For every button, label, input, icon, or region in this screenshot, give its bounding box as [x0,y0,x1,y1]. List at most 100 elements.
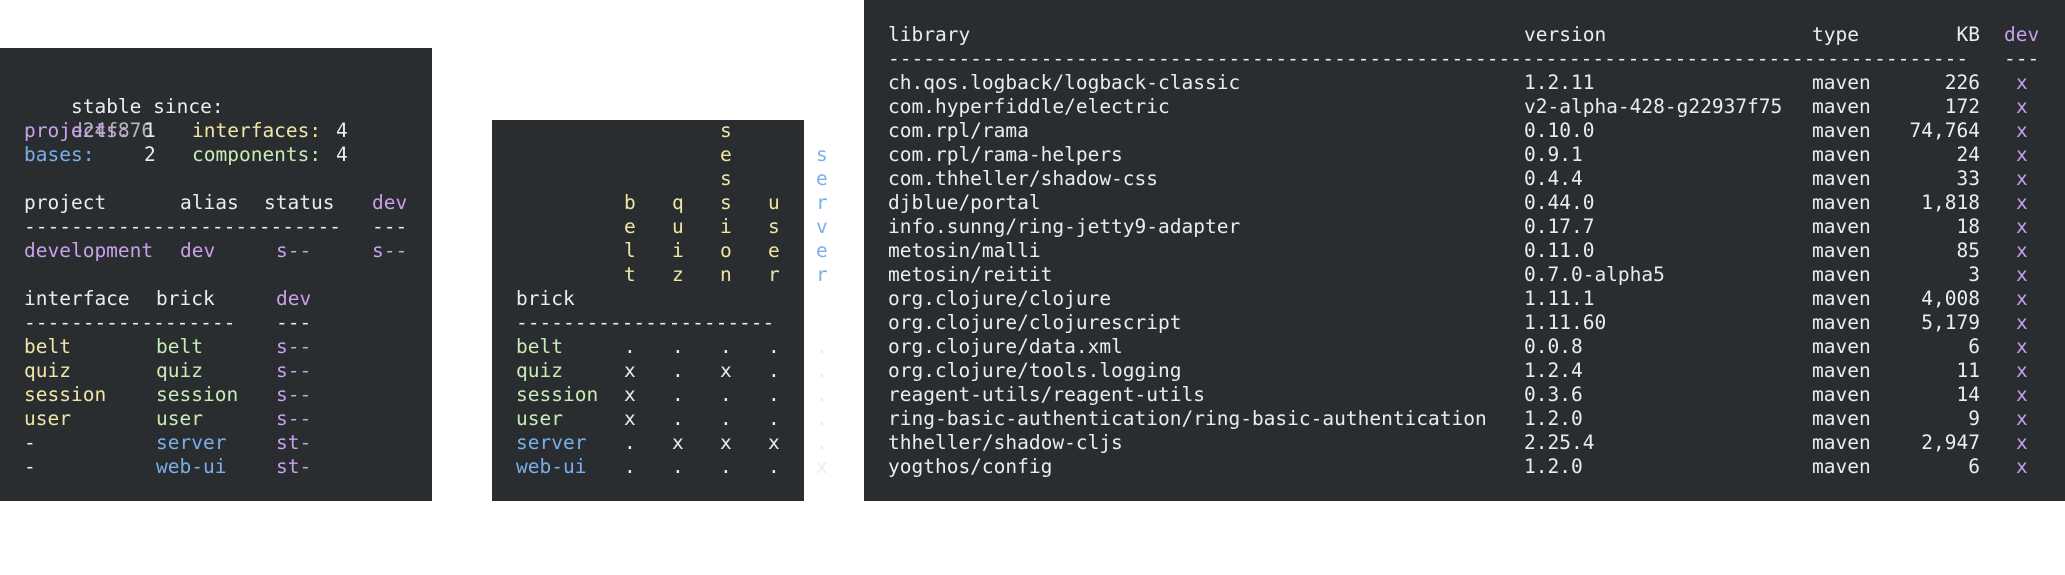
components-label: components: [192,143,322,166]
library-name: com.rpl/rama-helpers [888,143,1123,166]
deps-brick-name: web-ui [516,455,587,478]
library-dev-flag: x [2016,383,2028,406]
table-row: web-ui.... x [516,455,828,479]
dev-column-header: dev [372,191,408,214]
brick-dev-status: s-- [276,335,312,358]
deps-brick-name: quiz [516,359,563,382]
interfaces-count: 4 [336,119,348,142]
library-column-header: library [888,23,971,46]
brick-table-header: interface brick dev [24,287,424,311]
table-row: quiz x. x.. [516,359,828,383]
table-row: ring-basic-authentication/ring-basic-aut… [888,407,2048,431]
deps-column-header-letter: s [816,143,828,166]
library-name: thheller/shadow-cljs [888,431,1123,454]
brick-name: session [156,383,239,406]
brick-dev-status: s-- [276,359,312,382]
deps-cell: . [816,431,828,454]
library-dev-flag: x [2016,215,2028,238]
table-row: session x.... [516,383,828,407]
interface-name: session [24,383,107,406]
table-row: com.thheller/shadow-css 0.4.4 maven 33 x [888,167,2048,191]
library-version: 0.9.1 [1524,143,1583,166]
library-version: 1.2.0 [1524,455,1583,478]
libs-panel: library version type KB dev ------------… [864,0,2065,501]
library-version: 1.11.1 [1524,287,1595,310]
library-type: maven [1812,407,1871,430]
library-version: v2-alpha-428-g22937f75 [1524,95,1783,118]
table-row: development dev s-- s-- [24,239,424,263]
library-type: maven [1812,119,1871,142]
deps-separator: ---------------------- [516,311,775,334]
library-version: 0.10.0 [1524,119,1595,142]
counts-line-2: bases: 2 components: 4 [24,143,424,167]
deps-column-header-letter: r [816,191,828,214]
library-name: yogthos/config [888,455,1053,478]
deps-cell: . [624,431,636,454]
deps-column-header-letter: s [720,119,732,142]
library-size-kb: 4,008 [1921,287,1980,310]
library-type: maven [1812,263,1871,286]
library-dev-flag: x [2016,335,2028,358]
brick-name: server [156,431,227,454]
table-row: com.rpl/rama-helpers 0.9.1 maven 24 x [888,143,2048,167]
library-type: maven [1812,335,1871,358]
brick-dev-status: st- [276,455,312,478]
deps-cell: x [624,383,636,406]
library-name: metosin/reitit [888,263,1053,286]
library-type: maven [1812,311,1871,334]
library-version: 0.0.8 [1524,335,1583,358]
deps-column-header-letter: o [720,239,732,262]
version-column-header: version [1524,23,1607,46]
brick-name: web-ui [156,455,227,478]
library-type: maven [1812,95,1871,118]
brick-dev-status: s-- [276,407,312,430]
library-version: 1.11.60 [1524,311,1607,334]
library-size-kb: 6 [1968,335,1980,358]
deps-column-header-letter: e [720,143,732,166]
library-dev-flag: x [2016,191,2028,214]
deps-cell: . [672,407,684,430]
deps-cell: x [720,431,732,454]
project-table-separator: --------------------------- --- [24,215,408,238]
deps-cell: x [816,455,828,478]
deps-column-header-letter: i [720,215,732,238]
table-row: thheller/shadow-cljs 2.25.4 maven 2,947 x [888,431,2048,455]
library-dev-flag: x [2016,431,2028,454]
table-row: session session s-- [24,383,424,407]
deps-column-header-letter: i [672,239,684,262]
library-size-kb: 14 [1956,383,1980,406]
deps-column-header-letter: e [816,239,828,262]
library-name: org.clojure/tools.logging [888,359,1182,382]
deps-cell: . [672,383,684,406]
library-type: maven [1812,143,1871,166]
library-dev-flag: x [2016,263,2028,286]
library-name: com.rpl/rama [888,119,1029,142]
project-status: s-- [276,239,312,262]
library-size-kb: 33 [1956,167,1980,190]
library-size-kb: 172 [1944,95,1980,118]
deps-column-header-letter: n [720,263,732,286]
deps-column-header-letter: s [768,215,780,238]
deps-column-header-letter: v [816,215,828,238]
brick-table-separator: ------------------ --- [24,311,312,334]
deps-brick-name: belt [516,335,563,358]
library-size-kb: 5,179 [1921,311,1980,334]
interface-column-header: interface [24,287,130,310]
library-dev-flag: x [2016,119,2028,142]
library-size-kb: 9 [1968,407,1980,430]
table-row: djblue/portal 0.44.0 maven 1,818 x [888,191,2048,215]
dev-column-header: dev [2004,23,2040,46]
library-size-kb: 85 [1956,239,1980,262]
info-panel: stable since: d24f876 projects: 1 interf… [0,48,432,501]
library-dev-flag: x [2016,167,2028,190]
project-table-header: project alias status dev [24,191,424,215]
brick-dev-status: s-- [276,383,312,406]
interface-name: - [24,431,36,454]
table-row: reagent-utils/reagent-utils 0.3.6 maven 14 x [888,383,2048,407]
libs-table-separator: ----------------------------------------… [888,47,2040,70]
library-name: com.hyperfiddle/electric [888,95,1170,118]
library-dev-flag: x [2016,311,2028,334]
type-column-header: type [1812,23,1859,46]
deps-panel: beltquizsessionuserserver brick --------… [492,119,876,501]
deps-column-header-letter: z [672,263,684,286]
